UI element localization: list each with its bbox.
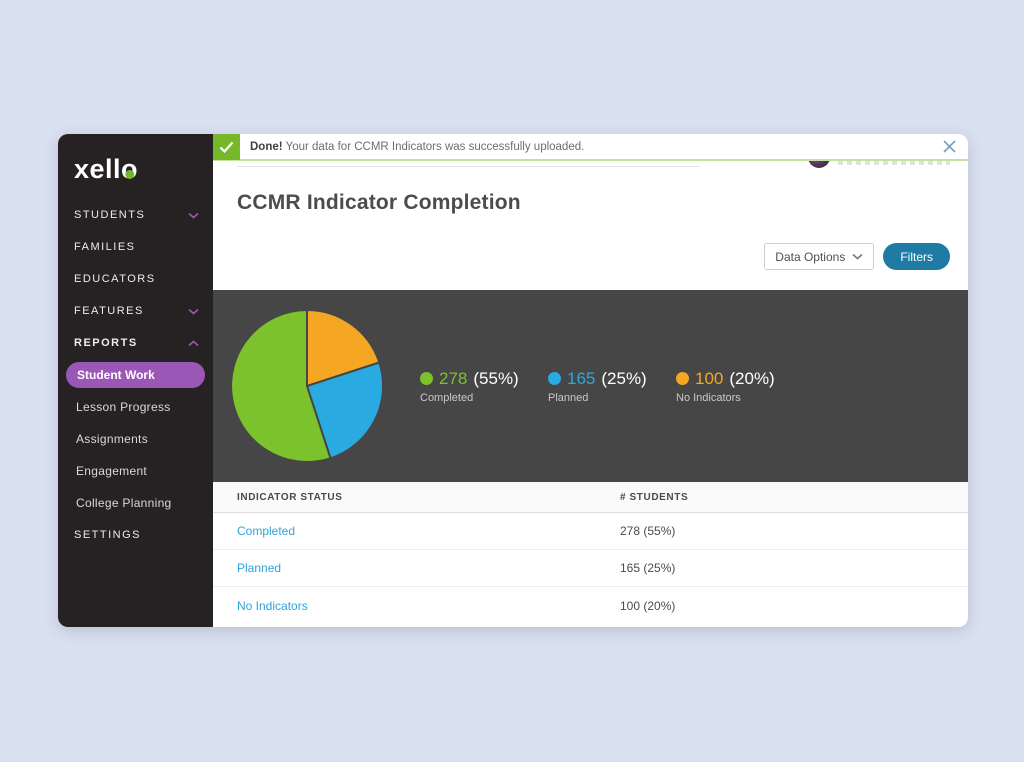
banner-close-button[interactable] [940,138,958,156]
banner-message: Done!Your data for CCMR Indicators was s… [250,141,584,153]
legend-item-no-indicators: 100 (20%) No Indicators [676,369,804,404]
students-count: 278 (55%) [620,524,968,538]
xello-logo[interactable]: xello [74,154,138,185]
success-check-badge [213,134,240,160]
legend-dot-planned-icon [548,372,561,385]
sidebar-item-educators[interactable]: EDUCATORS [58,263,213,295]
legend-percent: (20%) [729,369,774,389]
table-header: INDICATOR STATUS # STUDENTS [213,482,968,513]
toolbar: Data Options Filters [764,243,950,270]
legend-dot-completed-icon [420,372,433,385]
chevron-down-icon [188,212,199,219]
sidebar-item-engagement[interactable]: Engagement [58,455,213,487]
app-window: xello STUDENTS FAMILIES EDUCATORS FEATUR… [58,134,968,627]
table-row: No Indicators 100 (20%) [213,587,968,624]
legend-percent: (55%) [473,369,518,389]
data-options-button[interactable]: Data Options [764,243,874,270]
legend-value: 165 [567,369,595,389]
sidebar-item-student-work-active[interactable]: Student Work [66,362,205,388]
legend-dot-no-indicators-icon [676,372,689,385]
check-icon [219,141,234,153]
banner-title: Done! [250,141,283,153]
table-row: Completed 278 (55%) [213,513,968,550]
success-banner: Done!Your data for CCMR Indicators was s… [213,134,968,161]
legend-value: 100 [695,369,723,389]
status-link-planned[interactable]: Planned [237,561,281,575]
indicator-table: INDICATOR STATUS # STUDENTS Completed 27… [213,482,968,627]
legend-item-planned: 165 (25%) Planned [548,369,676,404]
status-link-completed[interactable]: Completed [237,524,295,538]
logo-o: o [121,154,138,185]
sidebar-item-lesson-progress[interactable]: Lesson Progress [58,391,213,423]
sidebar-item-settings[interactable]: SETTINGS [58,519,213,551]
status-link-no-indicators[interactable]: No Indicators [237,599,308,613]
students-count: 165 (25%) [620,561,968,575]
chevron-down-icon [852,253,863,260]
legend-value: 278 [439,369,467,389]
logo-green-dot-icon [125,170,134,179]
table-row: Planned 165 (25%) [213,550,968,587]
sidebar-item-features[interactable]: FEATURES [58,295,213,327]
chart-legend: 278 (55%) Completed 165 (25%) Planned [420,369,804,404]
chevron-up-icon [188,340,199,347]
legend-item-completed: 278 (55%) Completed [420,369,548,404]
students-count: 100 (20%) [620,599,968,613]
chevron-down-icon [188,308,199,315]
logo-text: xell [74,154,121,184]
legend-percent: (25%) [601,369,646,389]
sidebar-nav: STUDENTS FAMILIES EDUCATORS FEATURES REP… [58,199,213,551]
page-title: CCMR Indicator Completion [237,191,521,215]
legend-label: Planned [548,392,676,404]
chart-panel: 278 (55%) Completed 165 (25%) Planned [213,290,968,482]
sidebar: xello STUDENTS FAMILIES EDUCATORS FEATUR… [58,134,213,627]
sidebar-item-students[interactable]: STUDENTS [58,199,213,231]
legend-label: Completed [420,392,548,404]
sidebar-item-college-planning[interactable]: College Planning [58,487,213,519]
page-header: CCMR Indicator Completion Data Options F… [213,161,968,290]
header-divider [237,166,700,167]
pie-chart [228,307,386,465]
close-icon [943,140,956,153]
column-header-students: # STUDENTS [620,492,968,503]
sidebar-item-families[interactable]: FAMILIES [58,231,213,263]
main-content: Done!Your data for CCMR Indicators was s… [213,134,968,627]
sidebar-item-assignments[interactable]: Assignments [58,423,213,455]
sidebar-item-reports[interactable]: REPORTS [58,327,213,359]
column-header-indicator-status: INDICATOR STATUS [213,492,620,503]
filters-button[interactable]: Filters [883,243,950,270]
legend-label: No Indicators [676,392,804,404]
